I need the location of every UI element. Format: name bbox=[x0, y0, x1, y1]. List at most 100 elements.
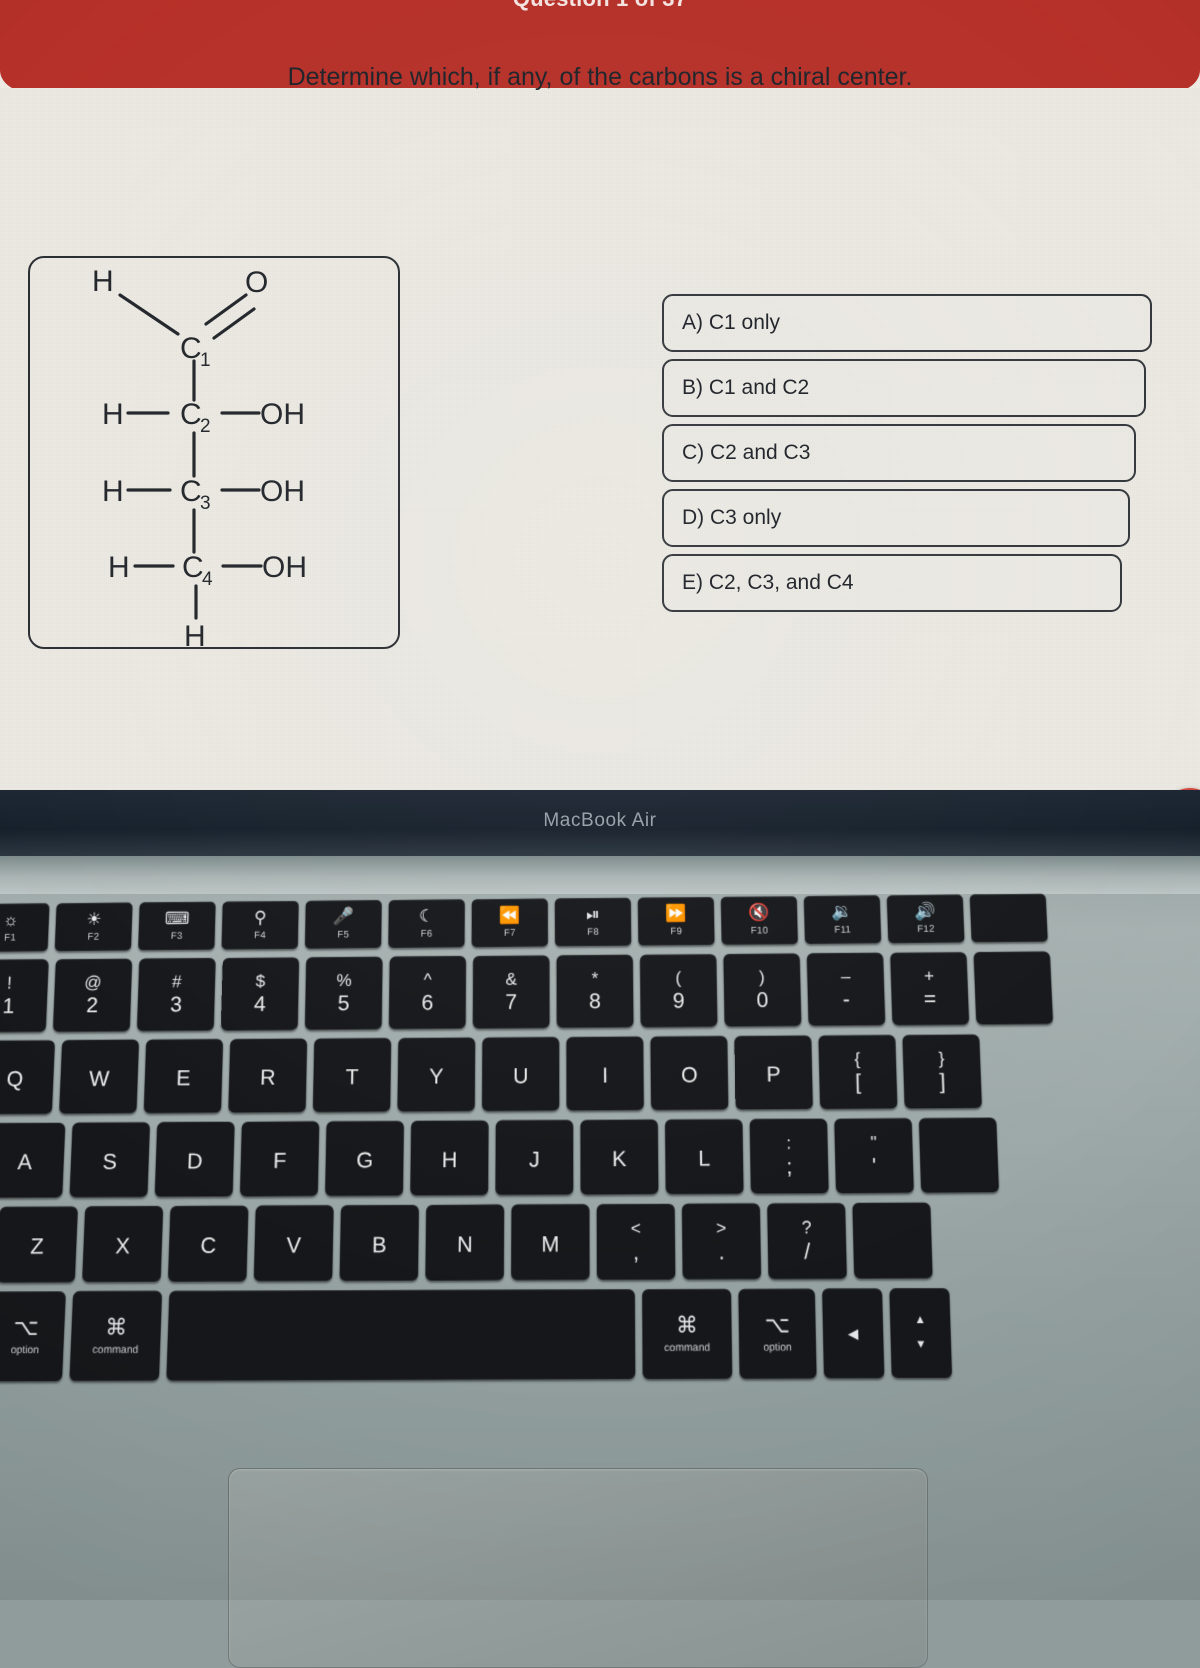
key-period[interactable]: > . bbox=[682, 1203, 761, 1279]
key-equals[interactable]: + = bbox=[890, 952, 969, 1025]
key-b[interactable]: B bbox=[340, 1205, 419, 1281]
key-f8[interactable]: ⏯ F8 bbox=[555, 898, 632, 947]
key-y[interactable]: Y bbox=[397, 1037, 475, 1111]
key-g[interactable]: G bbox=[325, 1121, 404, 1196]
do-not-disturb-moon-icon: ☾ bbox=[419, 907, 434, 924]
key-f2[interactable]: ☀ F2 bbox=[55, 902, 133, 951]
answer-option-c[interactable]: C) C2 and C3 bbox=[662, 424, 1136, 482]
key-4[interactable]: $ 4 bbox=[221, 957, 299, 1030]
key-8[interactable]: * 8 bbox=[556, 955, 633, 1028]
key-r[interactable]: R bbox=[228, 1038, 307, 1112]
key-command-right[interactable]: ⌘ command bbox=[642, 1289, 732, 1379]
key-j-label: J bbox=[529, 1148, 540, 1170]
key-o[interactable]: O bbox=[650, 1036, 728, 1110]
key-f9[interactable]: ⏩ F9 bbox=[638, 897, 715, 946]
key-semicolon[interactable]: : ; bbox=[750, 1119, 829, 1194]
key-z[interactable]: Z bbox=[0, 1206, 78, 1282]
key-i[interactable]: I bbox=[566, 1036, 644, 1110]
answer-option-a[interactable]: A) C1 only bbox=[662, 294, 1152, 352]
mute-icon: 🔇 bbox=[748, 904, 770, 921]
key-v[interactable]: V bbox=[254, 1205, 334, 1281]
key-fn-extra[interactable] bbox=[970, 894, 1048, 943]
key-u[interactable]: U bbox=[482, 1037, 559, 1111]
key-f[interactable]: F bbox=[240, 1121, 319, 1196]
key-m[interactable]: M bbox=[511, 1204, 590, 1280]
key-arrow-left[interactable]: ◀ bbox=[822, 1288, 884, 1378]
key-1[interactable]: ! 1 bbox=[0, 959, 49, 1032]
key-n[interactable]: N bbox=[425, 1204, 504, 1280]
key-shift-right[interactable] bbox=[852, 1202, 932, 1278]
key-command-right-label: command bbox=[664, 1342, 710, 1354]
key-l[interactable]: L bbox=[665, 1119, 744, 1194]
key-space[interactable] bbox=[166, 1289, 635, 1381]
key-quote-label: ' bbox=[872, 1156, 877, 1178]
keyboard-modifier-row: ⌥ option ⌘ command ⌘ command ⌥ option ◀ … bbox=[0, 1287, 1200, 1382]
answer-option-b[interactable]: B) C1 and C2 bbox=[662, 359, 1146, 417]
key-arrow-updown[interactable]: ▲ ▼ bbox=[889, 1288, 952, 1378]
key-f1[interactable]: ☼ F1 bbox=[0, 903, 50, 952]
key-q[interactable]: Q bbox=[0, 1040, 55, 1114]
key-f6[interactable]: ☾ F6 bbox=[388, 899, 464, 948]
key-5[interactable]: % 5 bbox=[305, 957, 383, 1030]
key-f12-label: F12 bbox=[917, 924, 935, 935]
atom-label-oh-c4: OH bbox=[262, 551, 307, 584]
key-w[interactable]: W bbox=[59, 1040, 139, 1114]
key-bracket-left[interactable]: { [ bbox=[818, 1035, 897, 1109]
key-period-label: . bbox=[718, 1241, 724, 1263]
key-k[interactable]: K bbox=[580, 1119, 658, 1194]
answer-option-e-label: E) C2, C3, and C4 bbox=[682, 571, 854, 595]
key-8-shift: * bbox=[591, 970, 598, 987]
key-2-shift: @ bbox=[84, 974, 102, 991]
mission-control-icon: ⌨ bbox=[165, 910, 190, 927]
key-7[interactable]: & 7 bbox=[473, 955, 550, 1028]
key-option-left-label: option bbox=[10, 1344, 39, 1356]
key-t[interactable]: T bbox=[313, 1038, 391, 1112]
key-quote[interactable]: " ' bbox=[834, 1118, 914, 1193]
key-slash[interactable]: ? / bbox=[767, 1203, 847, 1279]
key-a[interactable]: A bbox=[0, 1123, 65, 1198]
key-s[interactable]: S bbox=[69, 1122, 150, 1197]
key-c[interactable]: C bbox=[168, 1205, 249, 1281]
key-8-label: 8 bbox=[589, 991, 601, 1012]
key-f4[interactable]: ⚲ F4 bbox=[222, 901, 299, 950]
key-option-left[interactable]: ⌥ option bbox=[0, 1291, 66, 1381]
key-2[interactable]: @ 2 bbox=[53, 959, 132, 1032]
key-3[interactable]: # 3 bbox=[137, 958, 216, 1031]
key-d[interactable]: D bbox=[155, 1122, 235, 1197]
key-comma[interactable]: < , bbox=[597, 1204, 676, 1280]
atom-label-c1-sub: 1 bbox=[200, 350, 211, 371]
key-x[interactable]: X bbox=[82, 1206, 163, 1282]
key-option-right[interactable]: ⌥ option bbox=[738, 1288, 816, 1378]
key-9[interactable]: ( 9 bbox=[640, 954, 718, 1027]
key-f12[interactable]: 🔊 F12 bbox=[887, 895, 965, 944]
key-f11-label: F11 bbox=[834, 924, 851, 935]
key-l-label: L bbox=[698, 1148, 710, 1170]
key-command-left[interactable]: ⌘ command bbox=[69, 1291, 162, 1381]
key-bracket-right-shift: } bbox=[938, 1050, 944, 1067]
key-0-label: 0 bbox=[756, 990, 768, 1011]
key-h[interactable]: H bbox=[410, 1120, 488, 1195]
key-0[interactable]: ) 0 bbox=[723, 953, 801, 1026]
key-p[interactable]: P bbox=[734, 1035, 813, 1109]
key-e[interactable]: E bbox=[144, 1039, 223, 1113]
key-delete[interactable] bbox=[973, 951, 1053, 1024]
key-f11[interactable]: 🔉 F11 bbox=[804, 895, 882, 944]
key-f5[interactable]: 🎤 F5 bbox=[305, 900, 382, 949]
key-f3[interactable]: ⌨ F3 bbox=[138, 902, 216, 951]
key-j[interactable]: J bbox=[495, 1120, 573, 1195]
key-f10[interactable]: 🔇 F10 bbox=[721, 896, 798, 945]
key-g-label: G bbox=[356, 1149, 373, 1171]
trackpad[interactable] bbox=[228, 1468, 928, 1668]
key-bracket-right[interactable]: } ] bbox=[902, 1034, 982, 1108]
key-7-shift: & bbox=[506, 971, 517, 988]
key-x-label: X bbox=[115, 1235, 130, 1257]
answer-option-d[interactable]: D) C3 only bbox=[662, 489, 1130, 547]
key-f7[interactable]: ⏪ F7 bbox=[472, 898, 548, 947]
key-minus[interactable]: – - bbox=[807, 953, 886, 1026]
atom-label-h-c3: H bbox=[102, 475, 124, 508]
option-icon: ⌥ bbox=[13, 1316, 39, 1339]
answer-option-e[interactable]: E) C2, C3, and C4 bbox=[662, 554, 1122, 612]
key-6[interactable]: ^ 6 bbox=[389, 956, 466, 1029]
key-return[interactable] bbox=[919, 1118, 999, 1193]
brightness-up-icon: ☀ bbox=[86, 911, 102, 928]
